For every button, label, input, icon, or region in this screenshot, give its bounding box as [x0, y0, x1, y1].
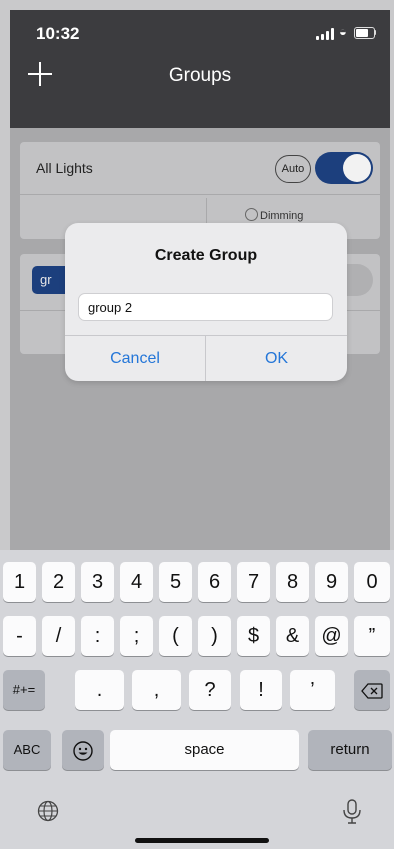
- key-6[interactable]: 6: [198, 562, 231, 602]
- divider: [20, 194, 380, 195]
- return-key[interactable]: return: [308, 730, 392, 770]
- status-icons: ◒: [316, 24, 376, 40]
- page-title: Groups: [168, 65, 232, 86]
- key-slash[interactable]: /: [42, 616, 75, 656]
- create-group-dialog: Create Group Cancel OK: [65, 223, 347, 381]
- backspace-icon[interactable]: [354, 670, 390, 710]
- top-bar: 10:32 ◒ Groups: [10, 10, 390, 128]
- key-0[interactable]: 0: [354, 562, 390, 602]
- key-2[interactable]: 2: [42, 562, 75, 602]
- key-ampersand[interactable]: &: [276, 616, 309, 656]
- dialog-title: Create Group: [154, 247, 258, 264]
- key-exclamation[interactable]: !: [240, 670, 282, 710]
- key-comma[interactable]: ,: [132, 670, 181, 710]
- globe-icon[interactable]: [37, 800, 59, 822]
- key-8[interactable]: 8: [276, 562, 309, 602]
- key-1[interactable]: 1: [3, 562, 36, 602]
- battery-icon: [354, 27, 375, 39]
- dimming-label: Dimming: [260, 210, 304, 222]
- ok-button[interactable]: OK: [206, 336, 347, 381]
- key-9[interactable]: 9: [315, 562, 348, 602]
- key-open-paren[interactable]: (: [159, 616, 192, 656]
- key-symbols-switch[interactable]: #+=: [3, 670, 45, 710]
- key-quote[interactable]: ”: [354, 616, 390, 656]
- toggle-knob: [343, 154, 371, 182]
- key-3[interactable]: 3: [81, 562, 114, 602]
- bulb-icon: [245, 208, 258, 221]
- emoji-icon[interactable]: [62, 730, 104, 770]
- home-indicator[interactable]: [135, 838, 269, 843]
- key-5[interactable]: 5: [159, 562, 192, 602]
- dimming-button[interactable]: Dimming: [245, 208, 303, 222]
- group-name: All Lights: [36, 160, 93, 176]
- key-period[interactable]: .: [75, 670, 124, 710]
- battery-tip: [374, 30, 376, 35]
- group-toggle[interactable]: [315, 152, 373, 184]
- microphone-icon[interactable]: [341, 799, 363, 825]
- wifi-icon: ◒: [339, 24, 347, 39]
- key-dash[interactable]: -: [3, 616, 36, 656]
- key-apostrophe[interactable]: ’: [290, 670, 335, 710]
- key-4[interactable]: 4: [120, 562, 153, 602]
- auto-button[interactable]: Auto: [275, 155, 311, 183]
- key-dollar[interactable]: $: [237, 616, 270, 656]
- key-colon[interactable]: :: [81, 616, 114, 656]
- cancel-button[interactable]: Cancel: [65, 336, 205, 381]
- signal-icon: [316, 28, 334, 40]
- status-time: 10:32: [36, 24, 80, 43]
- screen: 10:32 ◒ Groups All Lights Auto Dimming g…: [0, 0, 394, 849]
- key-abc[interactable]: ABC: [3, 730, 51, 770]
- space-key[interactable]: space: [110, 730, 299, 770]
- key-7[interactable]: 7: [237, 562, 270, 602]
- group-name-input[interactable]: [78, 293, 333, 321]
- key-at[interactable]: @: [315, 616, 348, 656]
- keyboard: 1 2 3 4 5 6 7 8 9 0 - / : ; ( ) $ & @ ” …: [0, 550, 394, 849]
- key-close-paren[interactable]: ): [198, 616, 231, 656]
- key-question[interactable]: ?: [189, 670, 231, 710]
- key-semicolon[interactable]: ;: [120, 616, 153, 656]
